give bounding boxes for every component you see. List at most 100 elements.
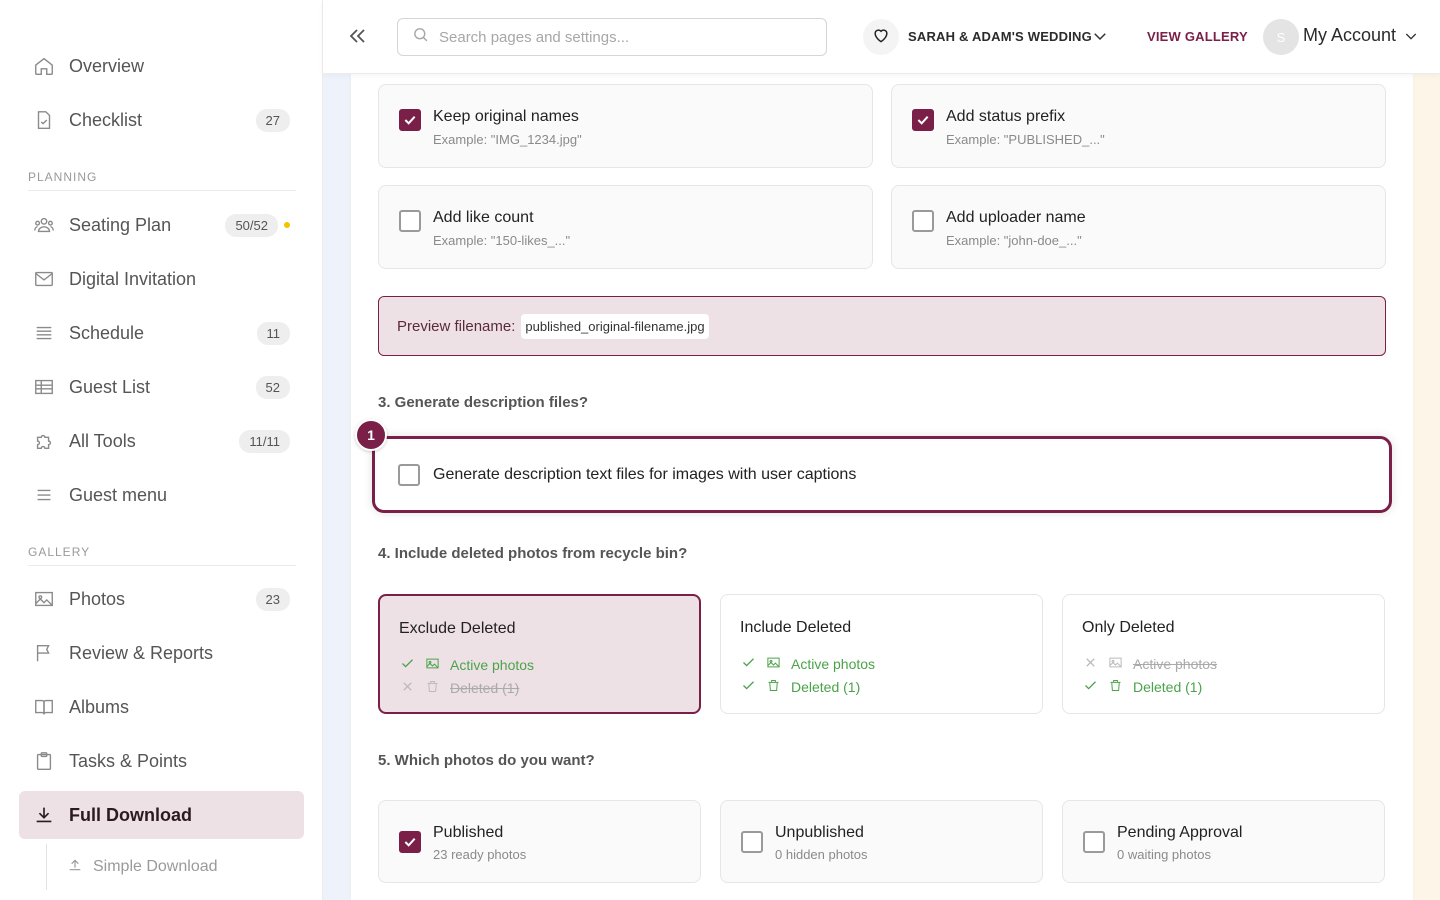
checkbox[interactable] xyxy=(912,109,934,131)
choice-exclude-deleted[interactable]: Exclude Deleted Active photos Deleted (1… xyxy=(378,594,701,714)
avatar[interactable]: S xyxy=(1263,19,1299,55)
sidebar-subitem-simple-download[interactable]: Simple Download xyxy=(46,844,218,890)
checkbox[interactable] xyxy=(1083,831,1105,853)
sidebar-item-label: Tasks & Points xyxy=(69,750,188,771)
option-title: Generate description text files for imag… xyxy=(433,466,857,483)
active-photos-label: Active photos xyxy=(791,656,876,672)
option-subtitle: 0 hidden photos xyxy=(775,847,868,862)
option-keep-original-names[interactable]: Keep original names Example: "IMG_1234.j… xyxy=(378,84,873,168)
sidebar-item-label: Checklist xyxy=(69,109,143,130)
image-icon xyxy=(19,588,69,610)
section-divider xyxy=(28,190,296,191)
x-icon xyxy=(400,679,415,697)
menu-icon xyxy=(19,484,69,506)
chevron-down-icon[interactable] xyxy=(1403,28,1419,44)
choice-only-deleted[interactable]: Only Deleted Active photos Deleted (1) xyxy=(1062,594,1385,714)
active-photos-label: Active photos xyxy=(450,657,535,673)
sidebar-item-tasks-points[interactable]: Tasks & Points xyxy=(19,737,304,785)
option-published[interactable]: Published 23 ready photos xyxy=(378,800,701,883)
count-badge: 27 xyxy=(255,108,290,132)
sidebar-item-label: Seating Plan xyxy=(69,214,172,235)
option-title: Add like count xyxy=(433,209,534,226)
sidebar-item-label: Review & Reports xyxy=(69,642,214,663)
account-menu[interactable]: My Account xyxy=(1303,25,1396,46)
chevron-down-icon[interactable] xyxy=(1091,27,1109,45)
search-box[interactable] xyxy=(397,18,827,56)
sidebar-item-all-tools[interactable]: All Tools 11/11 xyxy=(19,417,304,465)
sidebar-item-review-reports[interactable]: Review & Reports xyxy=(19,629,304,677)
option-subtitle: 0 waiting photos xyxy=(1117,847,1211,862)
favorite-button[interactable] xyxy=(863,19,899,55)
option-example: Example: "john-doe_..." xyxy=(946,233,1082,248)
checkbox[interactable] xyxy=(399,210,421,232)
option-title: Unpublished xyxy=(775,824,864,841)
check-icon xyxy=(400,656,415,674)
sidebar-item-label: Digital Invitation xyxy=(69,268,197,289)
option-unpublished[interactable]: Unpublished 0 hidden photos xyxy=(720,800,1043,883)
option-example: Example: "IMG_1234.jpg" xyxy=(433,132,582,147)
active-photos-label: Active photos xyxy=(1133,656,1218,672)
download-icon xyxy=(19,804,69,826)
sidebar-item-label: Guest menu xyxy=(69,484,168,505)
option-add-like-count[interactable]: Add like count Example: "150-likes_..." xyxy=(378,185,873,269)
step-badge: 1 xyxy=(355,419,387,451)
collapse-sidebar-button[interactable] xyxy=(345,24,369,50)
people-icon xyxy=(19,214,69,236)
view-gallery-link[interactable]: VIEW GALLERY xyxy=(1147,29,1248,44)
option-add-status-prefix[interactable]: Add status prefix Example: "PUBLISHED_..… xyxy=(891,84,1386,168)
x-icon xyxy=(1083,655,1098,673)
option-title: Add status prefix xyxy=(946,108,1066,125)
choice-include-deleted[interactable]: Include Deleted Active photos Deleted (1… xyxy=(720,594,1043,714)
checkbox[interactable] xyxy=(741,831,763,853)
sidebar-item-photos[interactable]: Photos 23 xyxy=(19,575,304,623)
home-icon xyxy=(19,55,69,77)
image-icon xyxy=(425,656,440,674)
checkbox[interactable] xyxy=(399,831,421,853)
sidebar-item-guest-list[interactable]: Guest List 52 xyxy=(19,363,304,411)
sidebar-item-schedule[interactable]: Schedule 11 xyxy=(19,309,304,357)
option-example: Example: "150-likes_..." xyxy=(433,233,571,248)
count-badge: 50/52 xyxy=(225,213,278,237)
preview-label: Preview filename: xyxy=(397,317,516,335)
search-input[interactable] xyxy=(439,28,799,46)
book-icon xyxy=(19,696,69,718)
option-generate-description-files[interactable]: Generate description text files for imag… xyxy=(372,436,1392,513)
question-title: 3. Generate description files? xyxy=(378,394,589,411)
count-badge: 52 xyxy=(255,375,290,399)
count-badge: 11 xyxy=(256,321,290,345)
sidebar-item-label: Schedule xyxy=(69,322,145,343)
checkbox[interactable] xyxy=(912,210,934,232)
preview-value: published_original-filename.jpg xyxy=(521,313,709,339)
sidebar-item-checklist[interactable]: Checklist 27 xyxy=(19,96,304,144)
option-title: Add uploader name xyxy=(946,209,1086,226)
checkbox[interactable] xyxy=(398,464,420,486)
count-badge: 23 xyxy=(255,587,290,611)
sidebar-item-full-download[interactable]: Full Download xyxy=(19,791,304,839)
section-label-gallery: GALLERY xyxy=(28,545,91,559)
mail-icon xyxy=(19,268,69,290)
checkbox[interactable] xyxy=(399,109,421,131)
section-divider xyxy=(28,565,296,566)
notification-dot xyxy=(284,222,290,228)
check-icon xyxy=(741,655,756,673)
question-title: 5. Which photos do you want? xyxy=(378,752,595,769)
option-subtitle: 23 ready photos xyxy=(433,847,527,862)
count-badge: 11/11 xyxy=(239,429,290,453)
filename-preview: Preview filename: published_original-fil… xyxy=(378,296,1386,356)
sidebar-item-guest-menu[interactable]: Guest menu xyxy=(19,471,304,519)
sidebar-item-albums[interactable]: Albums xyxy=(19,683,304,731)
sidebar-item-label: Albums xyxy=(69,696,130,717)
option-pending-approval[interactable]: Pending Approval 0 waiting photos xyxy=(1062,800,1385,883)
choice-title: Include Deleted xyxy=(740,619,852,636)
sidebar-subitem-label: Simple Download xyxy=(93,858,218,875)
trash-icon xyxy=(766,678,781,696)
sidebar-item-overview[interactable]: Overview xyxy=(19,42,304,90)
flag-icon xyxy=(19,642,69,664)
event-selector[interactable]: SARAH & ADAM'S WEDDING xyxy=(908,29,1092,44)
sidebar-item-seating-plan[interactable]: Seating Plan 50/52 xyxy=(19,201,304,249)
option-example: Example: "PUBLISHED_..." xyxy=(946,132,1105,147)
image-icon xyxy=(1108,655,1123,673)
option-add-uploader-name[interactable]: Add uploader name Example: "john-doe_...… xyxy=(891,185,1386,269)
sidebar-item-digital-invitation[interactable]: Digital Invitation xyxy=(19,255,304,303)
sidebar: Overview Checklist 27 PLANNING Seating P… xyxy=(0,0,323,900)
